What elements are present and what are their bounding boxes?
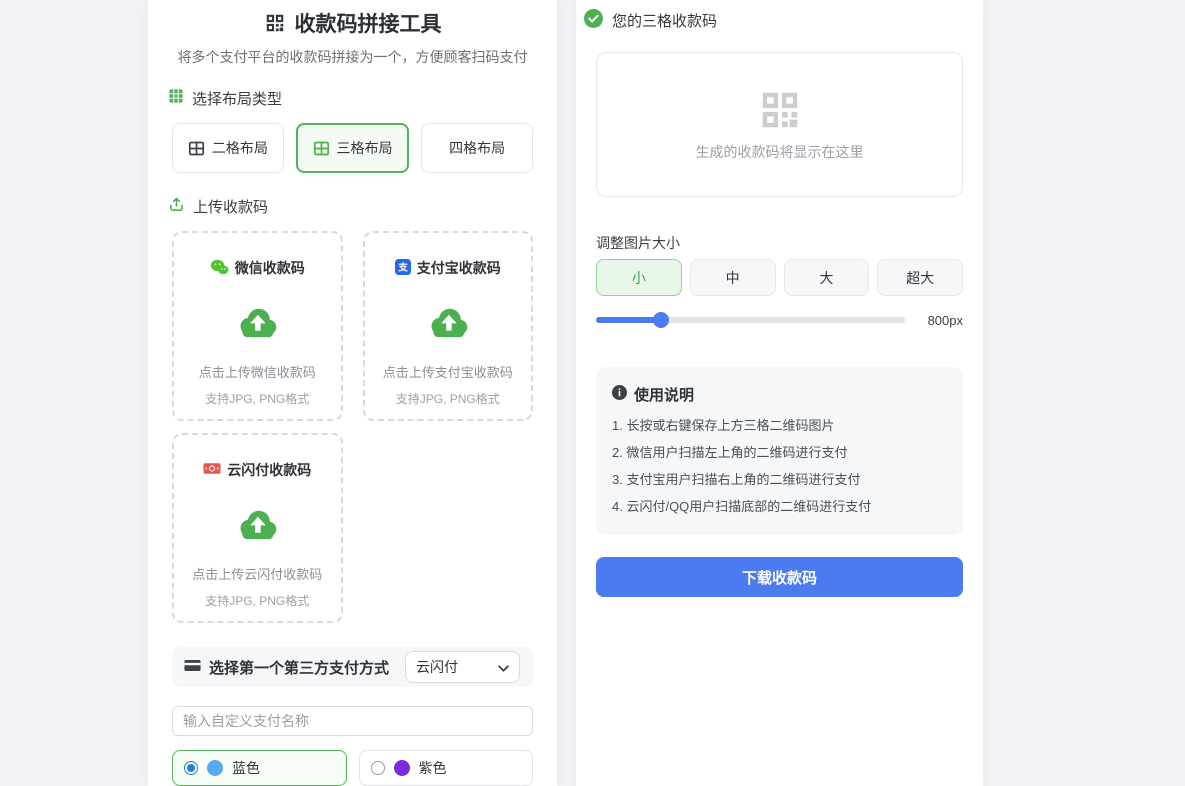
upload-card-hint: 点击上传支付宝收款码: [383, 362, 513, 381]
color-option-label: 紫色: [419, 758, 447, 778]
payment-method-label: 选择第一个第三方支付方式: [184, 657, 389, 678]
payment-method-select[interactable]: 云闪付: [405, 651, 520, 683]
grid-icon: [168, 88, 184, 108]
color-option-blue[interactable]: 蓝色: [172, 750, 347, 786]
radio-icon[interactable]: [184, 761, 198, 775]
qrcode-placeholder-icon: [757, 87, 803, 133]
page-subtitle: 将多个支付平台的收款码拼接为一个，方便顾客扫码支付: [172, 47, 533, 65]
upload-section-label: 上传收款码: [168, 197, 533, 215]
payment-method-selected-value: 云闪付: [416, 657, 458, 677]
color-swatch-purple: [394, 760, 410, 776]
instruction-item: 3. 支付宝用户扫描右上角的二维码进行支付: [612, 473, 947, 486]
upload-card-formats: 支持JPG, PNG格式: [396, 390, 500, 407]
slider-value: 800px: [917, 313, 963, 328]
layout-section-label: 选择布局类型: [168, 89, 533, 107]
builder-panel: 收款码拼接工具 将多个支付平台的收款码拼接为一个，方便顾客扫码支付 选择布局类型…: [148, 0, 557, 786]
size-slider[interactable]: [596, 317, 905, 323]
upload-card-wechat[interactable]: 微信收款码 点击上传微信收款码 支持JPG, PNG格式: [172, 231, 343, 421]
upload-card-alipay[interactable]: 支 支付宝收款码 点击上传支付宝收款码 支持JPG, PNG格式: [363, 231, 534, 421]
upload-card-title: 微信收款码: [235, 258, 305, 278]
page-title: 收款码拼接工具: [172, 10, 533, 35]
color-swatch-blue: [207, 760, 223, 776]
instruction-item: 1. 长按或右键保存上方三格二维码图片: [612, 419, 947, 432]
size-section-label: 调整图片大小: [596, 233, 963, 249]
qrcode-icon: [264, 12, 286, 34]
size-options: 小 中 大 超大: [596, 259, 963, 296]
svg-text:支: 支: [397, 261, 408, 273]
upload-card-hint: 点击上传微信收款码: [199, 362, 316, 381]
slider-thumb[interactable]: [653, 312, 669, 328]
upload-card-unionpay[interactable]: 云闪付收款码 点击上传云闪付收款码 支持JPG, PNG格式: [172, 433, 343, 623]
size-slider-row: 800px: [596, 312, 963, 328]
page: { "app": { "title": "收款码拼接工具", "subtitle…: [0, 0, 1185, 786]
upload-card-hint: 点击上传云闪付收款码: [192, 564, 322, 583]
preview-header: 您的三格收款码: [584, 10, 963, 30]
upload-cards: 微信收款码 点击上传微信收款码 支持JPG, PNG格式 支: [172, 231, 533, 623]
instructions-box: 使用说明 1. 长按或右键保存上方三格二维码图片 2. 微信用户扫描左上角的二维…: [596, 367, 963, 535]
color-option-purple[interactable]: 紫色: [359, 750, 534, 786]
check-circle-icon: [584, 9, 603, 32]
preview-placeholder-text: 生成的收款码将显示在这里: [696, 142, 864, 162]
info-icon: [612, 385, 627, 404]
size-option-medium[interactable]: 中: [690, 259, 776, 296]
layout-option-two-grid[interactable]: 二格布局: [172, 123, 284, 173]
size-option-small[interactable]: 小: [596, 259, 682, 296]
result-panel: 您的三格收款码 生成的收款码将显示在这里 调整图片大小 小 中 大 超大 800…: [576, 0, 983, 786]
cloud-upload-icon: [426, 304, 470, 346]
color-option-label: 蓝色: [232, 758, 260, 778]
upload-card-title: 支付宝收款码: [417, 258, 501, 278]
unionpay-icon: [203, 462, 221, 478]
alipay-icon: 支: [395, 259, 411, 278]
upload-card-title: 云闪付收款码: [227, 460, 311, 480]
radio-icon[interactable]: [371, 761, 385, 775]
color-options: 蓝色 紫色: [172, 750, 533, 786]
upload-tray-icon: [168, 196, 185, 217]
page-title-text: 收款码拼接工具: [295, 8, 442, 38]
cloud-upload-icon: [235, 506, 279, 548]
custom-payment-name-input[interactable]: [172, 706, 533, 736]
layout-option-four-grid[interactable]: 四格布局: [421, 123, 533, 173]
size-option-large[interactable]: 大: [784, 259, 870, 296]
table-icon: [313, 140, 330, 157]
slider-fill: [596, 317, 661, 323]
layout-option-three-grid[interactable]: 三格布局: [296, 123, 410, 173]
upload-card-formats: 支持JPG, PNG格式: [205, 592, 309, 609]
layout-options: 二格布局 三格布局 四格布局: [172, 123, 533, 173]
instruction-item: 4. 云闪付/QQ用户扫描底部的二维码进行支付: [612, 500, 947, 513]
cloud-upload-icon: [235, 304, 279, 346]
payment-method-row: 选择第一个第三方支付方式 云闪付: [172, 647, 533, 687]
download-button[interactable]: 下载收款码: [596, 557, 963, 597]
instructions-title: 使用说明: [612, 384, 947, 405]
qrcode-preview-box: 生成的收款码将显示在这里: [596, 52, 963, 197]
wechat-icon: [210, 259, 229, 278]
size-option-xlarge[interactable]: 超大: [877, 259, 963, 296]
table-icon: [188, 140, 205, 157]
chevron-down-icon: [498, 659, 509, 675]
credit-card-icon: [184, 659, 201, 676]
upload-card-formats: 支持JPG, PNG格式: [205, 390, 309, 407]
instruction-item: 2. 微信用户扫描左上角的二维码进行支付: [612, 446, 947, 459]
